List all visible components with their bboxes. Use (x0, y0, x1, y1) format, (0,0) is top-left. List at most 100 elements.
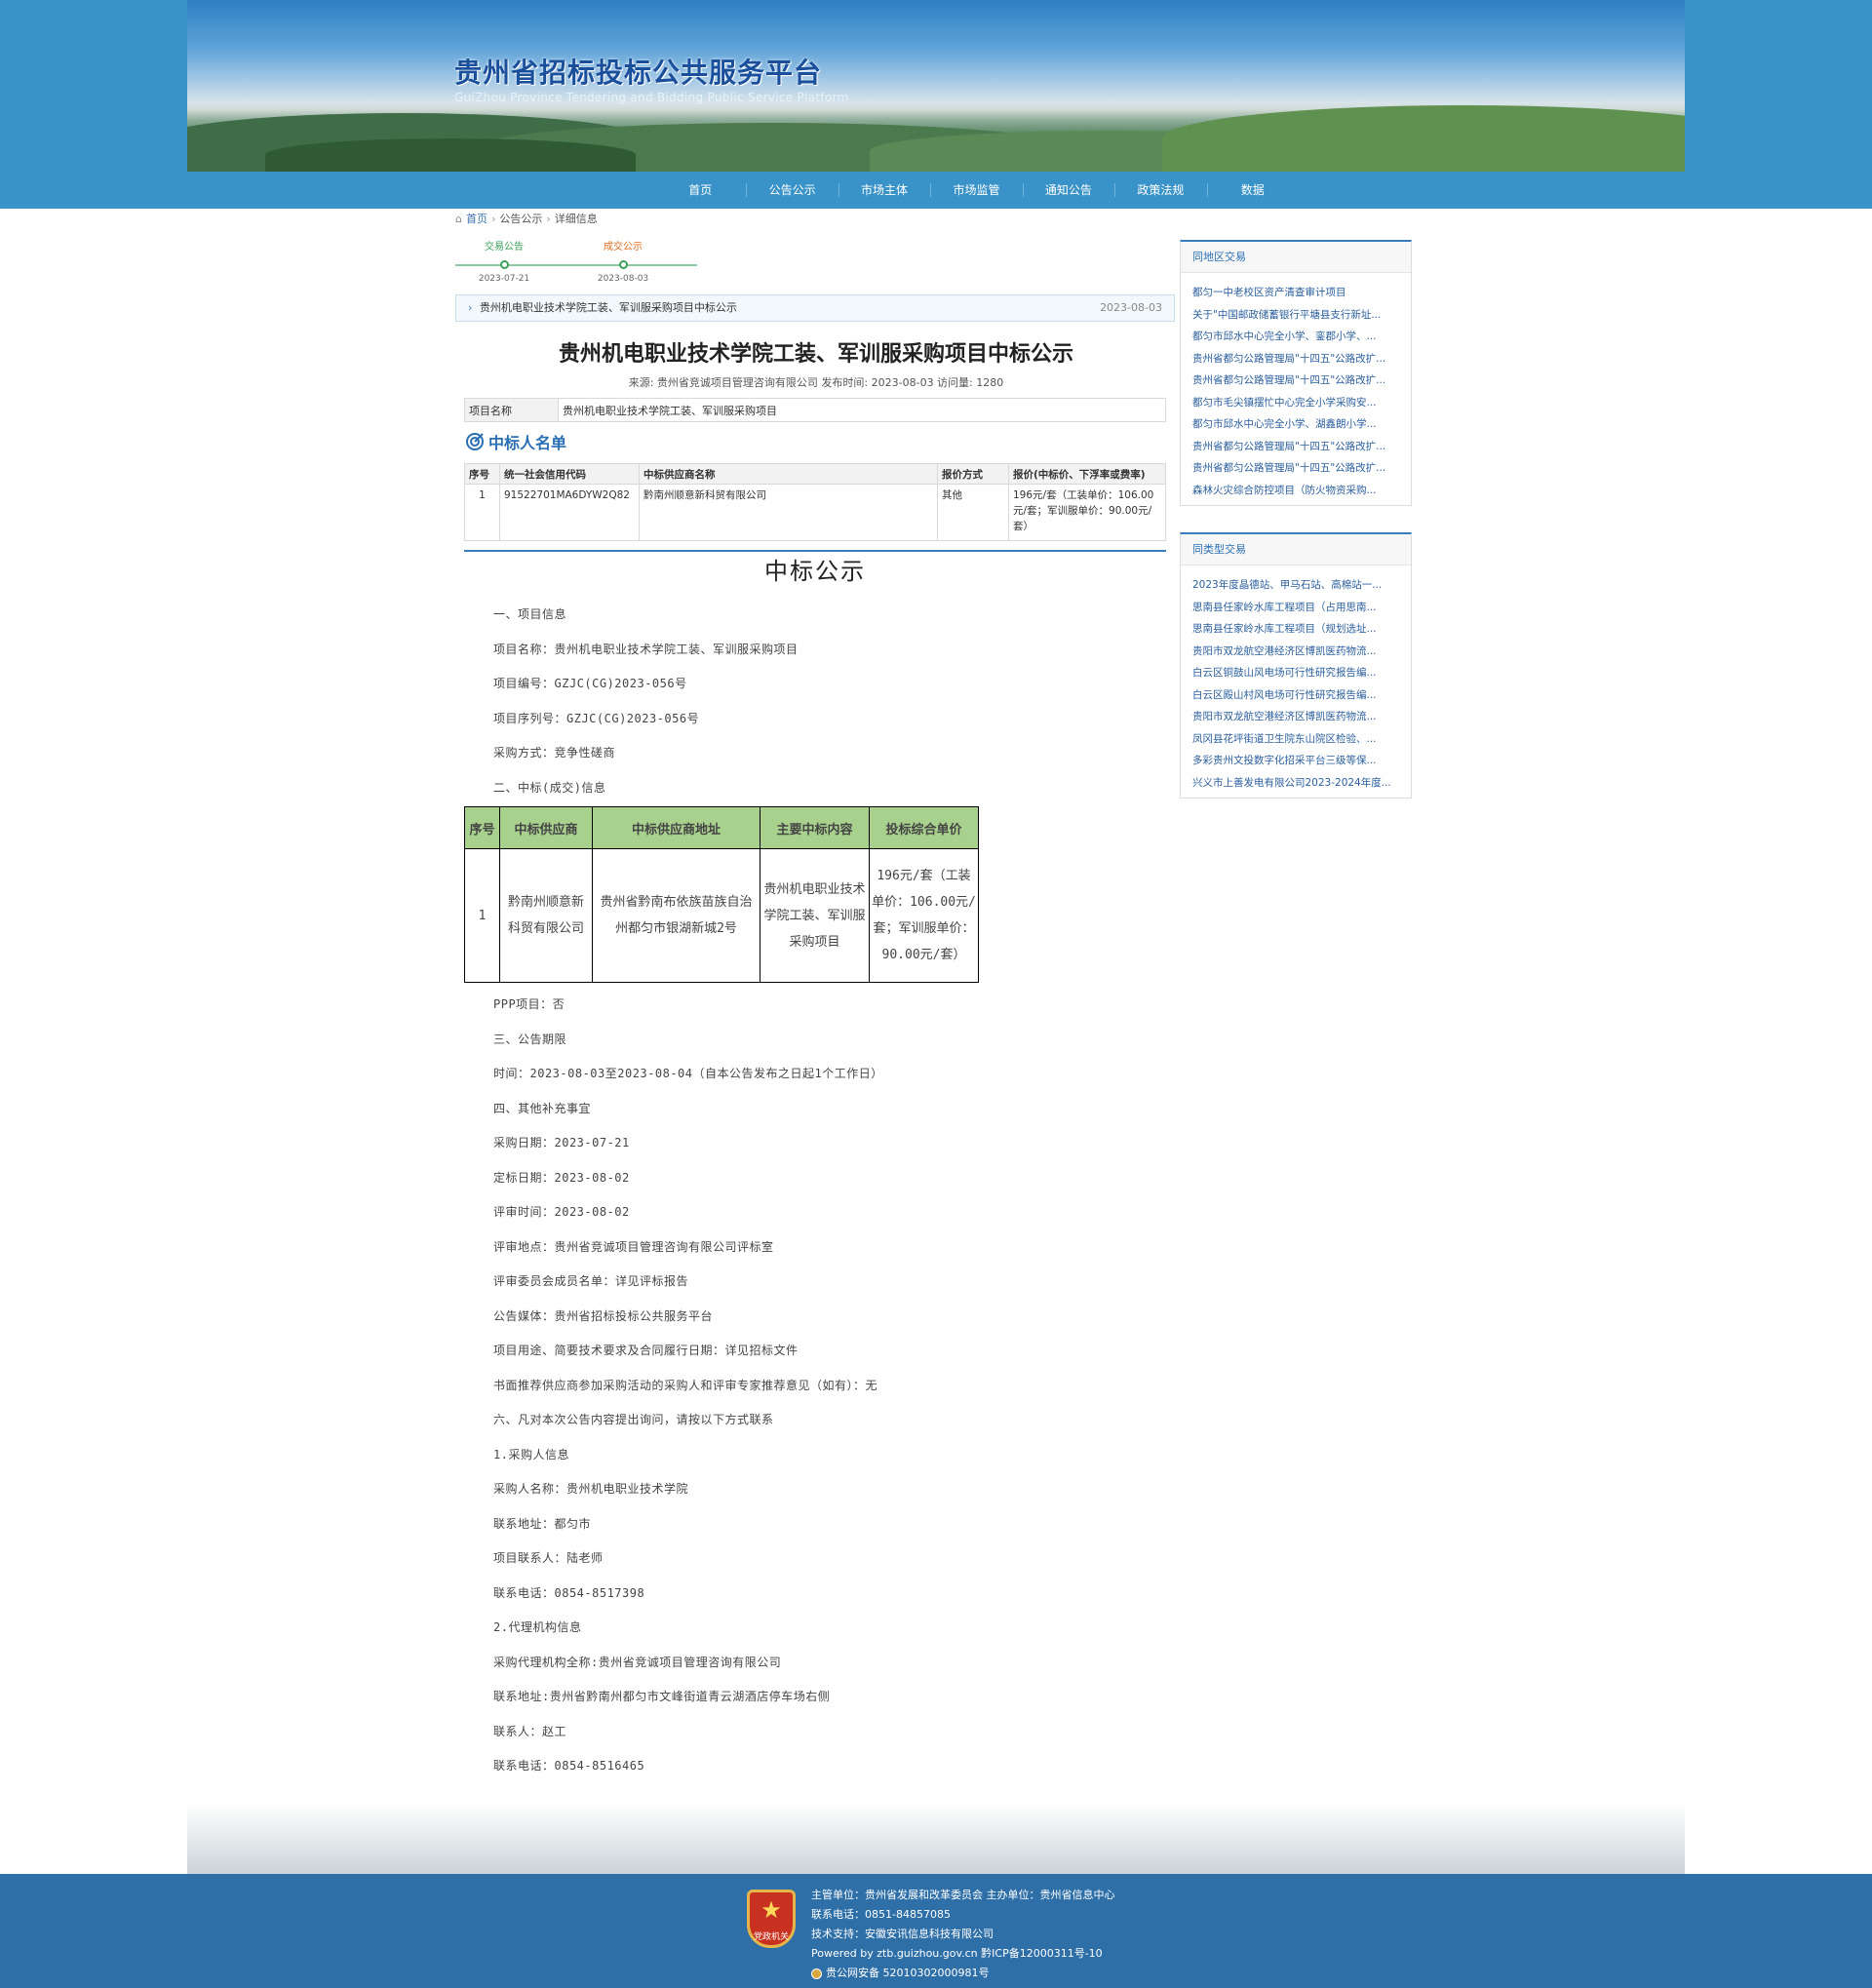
body-paragraph: 项目用途、简要技术要求及合同履行日期：详见招标文件 (493, 1344, 799, 1357)
police-badge-icon (811, 1968, 822, 1979)
nav-policies[interactable]: 政策法规 (1114, 172, 1206, 209)
sidebar-same-type: 同类型交易 2023年度晶德站、甲马石站、高棉站一... 思南县任家岭水库工程项目… (1180, 532, 1412, 799)
body-paragraph: 项目名称：贵州机电职业技术学院工装、军训服采购项目 (493, 642, 799, 656)
sidebar-link[interactable]: 贵州省都匀公路管理局"十四五"公路改扩... (1192, 348, 1399, 370)
table-cell: 196元/套（工装单价：106.00元/套；军训服单价：90.00元/套） (869, 848, 979, 983)
timeline-node-tender[interactable]: 交易公告 2023-07-21 (455, 241, 553, 284)
timeline-label: 成交公示 (604, 242, 643, 253)
sidebar-title: 同类型交易 (1181, 534, 1411, 565)
body-paragraph: 二、中标(成交)信息 (493, 780, 606, 795)
sidebar-link[interactable]: 白云区殿山村风电场可行性研究报告编... (1192, 684, 1399, 707)
table-header: 中标供应商名称 (639, 463, 938, 485)
table-cell: 黔南州顺意新科贸有限公司 (639, 484, 938, 541)
project-info-table: 项目名称 贵州机电职业技术学院工装、军训服采购项目 (464, 398, 1166, 422)
footer-landscape (187, 1804, 1685, 1874)
notice-bar[interactable]: › 贵州机电职业技术学院工装、军训服采购项目中标公示 2023-08-03 (455, 294, 1175, 322)
footer-line: 技术支持：安徽安讯信息科技有限公司 (811, 1928, 994, 1940)
sidebar-link[interactable]: 多彩贵州文投数字化招采平台三级等保... (1192, 750, 1399, 772)
body-paragraph: 联系地址:贵州省黔南州都匀市文峰街道青云湖酒店停车场右侧 (493, 1690, 831, 1703)
body-paragraph: 三、公告期限 (493, 1032, 567, 1046)
table-header: 序号 (464, 806, 500, 849)
nav-market-entities[interactable]: 市场主体 (838, 172, 930, 209)
announcement-body: 中标公示 一、项目信息 项目名称：贵州机电职业技术学院工装、军训服采购项目 项目编号… (464, 553, 1166, 1773)
sidebar-link[interactable]: 都匀市邱水中心完全小学、湖鑫朗小学... (1192, 413, 1399, 436)
body-paragraph: 时间：2023-08-03至2023-08-04（自本公告发布之日起1个工作日） (493, 1067, 883, 1080)
sidebar-link[interactable]: 都匀市邱水中心完全小学、銮郡小学、... (1192, 326, 1399, 348)
table-header: 主要中标内容 (760, 806, 870, 849)
sidebar-link[interactable]: 白云区铜鼓山风电场可行性研究报告编... (1192, 662, 1399, 684)
timeline-node-award[interactable]: 成交公示 2023-08-03 (574, 241, 672, 284)
table-header-row: 序号 中标供应商 中标供应商地址 主要中标内容 投标综合单价 (464, 806, 979, 849)
sidebar-link[interactable]: 都匀一中老校区资产清查审计项目 (1192, 282, 1399, 304)
nav-data[interactable]: 数据 (1206, 172, 1299, 209)
timeline-date: 2023-08-03 (597, 274, 649, 284)
table-header: 报价方式 (937, 463, 1009, 485)
breadcrumb-announcements[interactable]: 公告公示 (499, 212, 542, 227)
page-title: 贵州机电职业技术学院工装、军训服采购项目中标公示 (558, 342, 1073, 367)
site-title: 贵州省招标投标公共服务平台 (454, 57, 823, 89)
nav-announcements[interactable]: 公告公示 (746, 172, 838, 209)
table-cell: 91522701MA6DYW2Q82 (499, 484, 640, 541)
table-header: 统一社会信用代码 (499, 463, 640, 485)
breadcrumb-home[interactable]: 首页 (466, 212, 488, 227)
table-row: 1 91522701MA6DYW2Q82 黔南州顺意新科贸有限公司 其他 196… (464, 484, 1166, 541)
sidebar-link[interactable]: 都匀市毛尖镇摆忙中心完全小学采购安... (1192, 392, 1399, 414)
body-paragraph: 采购人名称：贵州机电职业技术学院 (493, 1482, 689, 1496)
nav-market-supervision[interactable]: 市场监管 (930, 172, 1022, 209)
section-divider (464, 550, 1166, 552)
main-nav: 首页 公告公示 市场主体 市场监管 通知公告 政策法规 数据 (187, 172, 1685, 209)
body-paragraph: 项目序列号：GZJC(CG)2023-056号 (493, 711, 700, 725)
body-paragraph: 四、其他补充事宜 (493, 1101, 592, 1115)
sidebar-link[interactable]: 贵州省都匀公路管理局"十四五"公路改扩... (1192, 370, 1399, 392)
table-row: 1 黔南州顺意新科贸有限公司 贵州省黔南布依族苗族自治州都匀市银湖新城2号 贵州… (464, 848, 979, 983)
award-table: 序号 中标供应商 中标供应商地址 主要中标内容 投标综合单价 1 黔南州顺意新科… (464, 806, 979, 983)
body-paragraph: 公告媒体：贵州省招标投标公共服务平台 (493, 1308, 714, 1323)
footer-info: 主管单位：贵州省发展和改革委员会 主办单位：贵州省信息中心 联系电话：0851-… (811, 1886, 1115, 1983)
footer-line: 贵公网安备 52010302000981号 (811, 1964, 1115, 1983)
sidebar-link[interactable]: 森林火灾综合防控项目（防火物资采购... (1192, 480, 1399, 502)
sidebar-link[interactable]: 凤冈县花坪街道卫生院东山院区检验、... (1192, 728, 1399, 751)
body-paragraph: 采购日期：2023-07-21 (493, 1136, 630, 1150)
document-meta: 来源: 贵州省竞诚项目管理咨询有限公司 发布时间: 2023-08-03 访问量… (628, 376, 1004, 389)
target-icon (466, 433, 484, 450)
header-banner (187, 0, 1685, 172)
table-header: 中标供应商 (499, 806, 593, 849)
nav-notices[interactable]: 通知公告 (1022, 172, 1114, 209)
table-header-row: 序号 统一社会信用代码 中标供应商名称 报价方式 报价(中标价、下浮率或费率) (464, 463, 1166, 485)
winner-table: 序号 统一社会信用代码 中标供应商名称 报价方式 报价(中标价、下浮率或费率) … (464, 463, 1166, 541)
timeline-label: 交易公告 (485, 242, 524, 253)
winner-list-heading: 中标人名单 (465, 431, 566, 452)
announcement-title: 中标公示 (764, 558, 866, 585)
sidebar-link[interactable]: 贵阳市双龙航空港经济区博凯医药物流... (1192, 706, 1399, 728)
sidebar-link[interactable]: 关于"中国邮政储蓄银行平塘县支行新址... (1192, 304, 1399, 327)
notice-title: 贵州机电职业技术学院工装、军训服采购项目中标公示 (479, 301, 737, 314)
table-cell: 其他 (937, 484, 1009, 541)
table-header: 中标供应商地址 (592, 806, 760, 849)
footer-line: 主管单位：贵州省发展和改革委员会 主办单位：贵州省信息中心 (811, 1889, 1115, 1901)
table-cell: 1 (464, 484, 500, 541)
sidebar-link[interactable]: 兴义市上善发电有限公司2023-2024年度... (1192, 772, 1399, 795)
body-paragraph: 联系电话：0854-8516465 (493, 1759, 645, 1773)
body-paragraph: 一、项目信息 (493, 607, 567, 621)
nav-home[interactable]: 首页 (654, 172, 746, 209)
sidebar-link[interactable]: 思南县任家岭水库工程项目（规划选址... (1192, 618, 1399, 641)
body-paragraph: 采购方式：竞争性磋商 (493, 746, 616, 760)
footer: ★ 党政机关 主管单位：贵州省发展和改革委员会 主办单位：贵州省信息中心 联系电… (0, 1874, 1872, 1988)
table-cell: 1 (464, 848, 500, 983)
body-paragraph: 项目联系人：陆老师 (493, 1551, 604, 1565)
sidebar-link[interactable]: 贵州省都匀公路管理局"十四五"公路改扩... (1192, 457, 1399, 480)
chevron-right-icon: › (546, 213, 551, 225)
sidebar-link[interactable]: 贵阳市双龙航空港经济区博凯医药物流... (1192, 641, 1399, 663)
transaction-timeline: 交易公告 2023-07-21 成交公示 2023-08-03 (455, 241, 697, 284)
sidebar-link[interactable]: 2023年度晶德站、甲马石站、高棉站一... (1192, 574, 1399, 597)
footer-police-record[interactable]: 贵公网安备 52010302000981号 (826, 1964, 989, 1983)
body-paragraph: 联系电话：0854-8517398 (493, 1585, 645, 1600)
table-cell: 贵州省黔南布依族苗族自治州都匀市银湖新城2号 (592, 848, 760, 983)
sidebar-link[interactable]: 思南县任家岭水库工程项目（占用思南... (1192, 597, 1399, 619)
body-paragraph: 采购代理机构全称:贵州省竞诚项目管理咨询有限公司 (493, 1655, 782, 1669)
sidebar-link[interactable]: 贵州省都匀公路管理局"十四五"公路改扩... (1192, 436, 1399, 458)
breadcrumb-current: 详细信息 (554, 213, 598, 225)
gov-badge[interactable]: ★ 党政机关 (747, 1890, 796, 1948)
sidebar-same-region: 同地区交易 都匀一中老校区资产清查审计项目 关于"中国邮政储蓄银行平塘县支行新址.… (1180, 240, 1412, 506)
winner-list-title: 中标人名单 (488, 434, 567, 452)
